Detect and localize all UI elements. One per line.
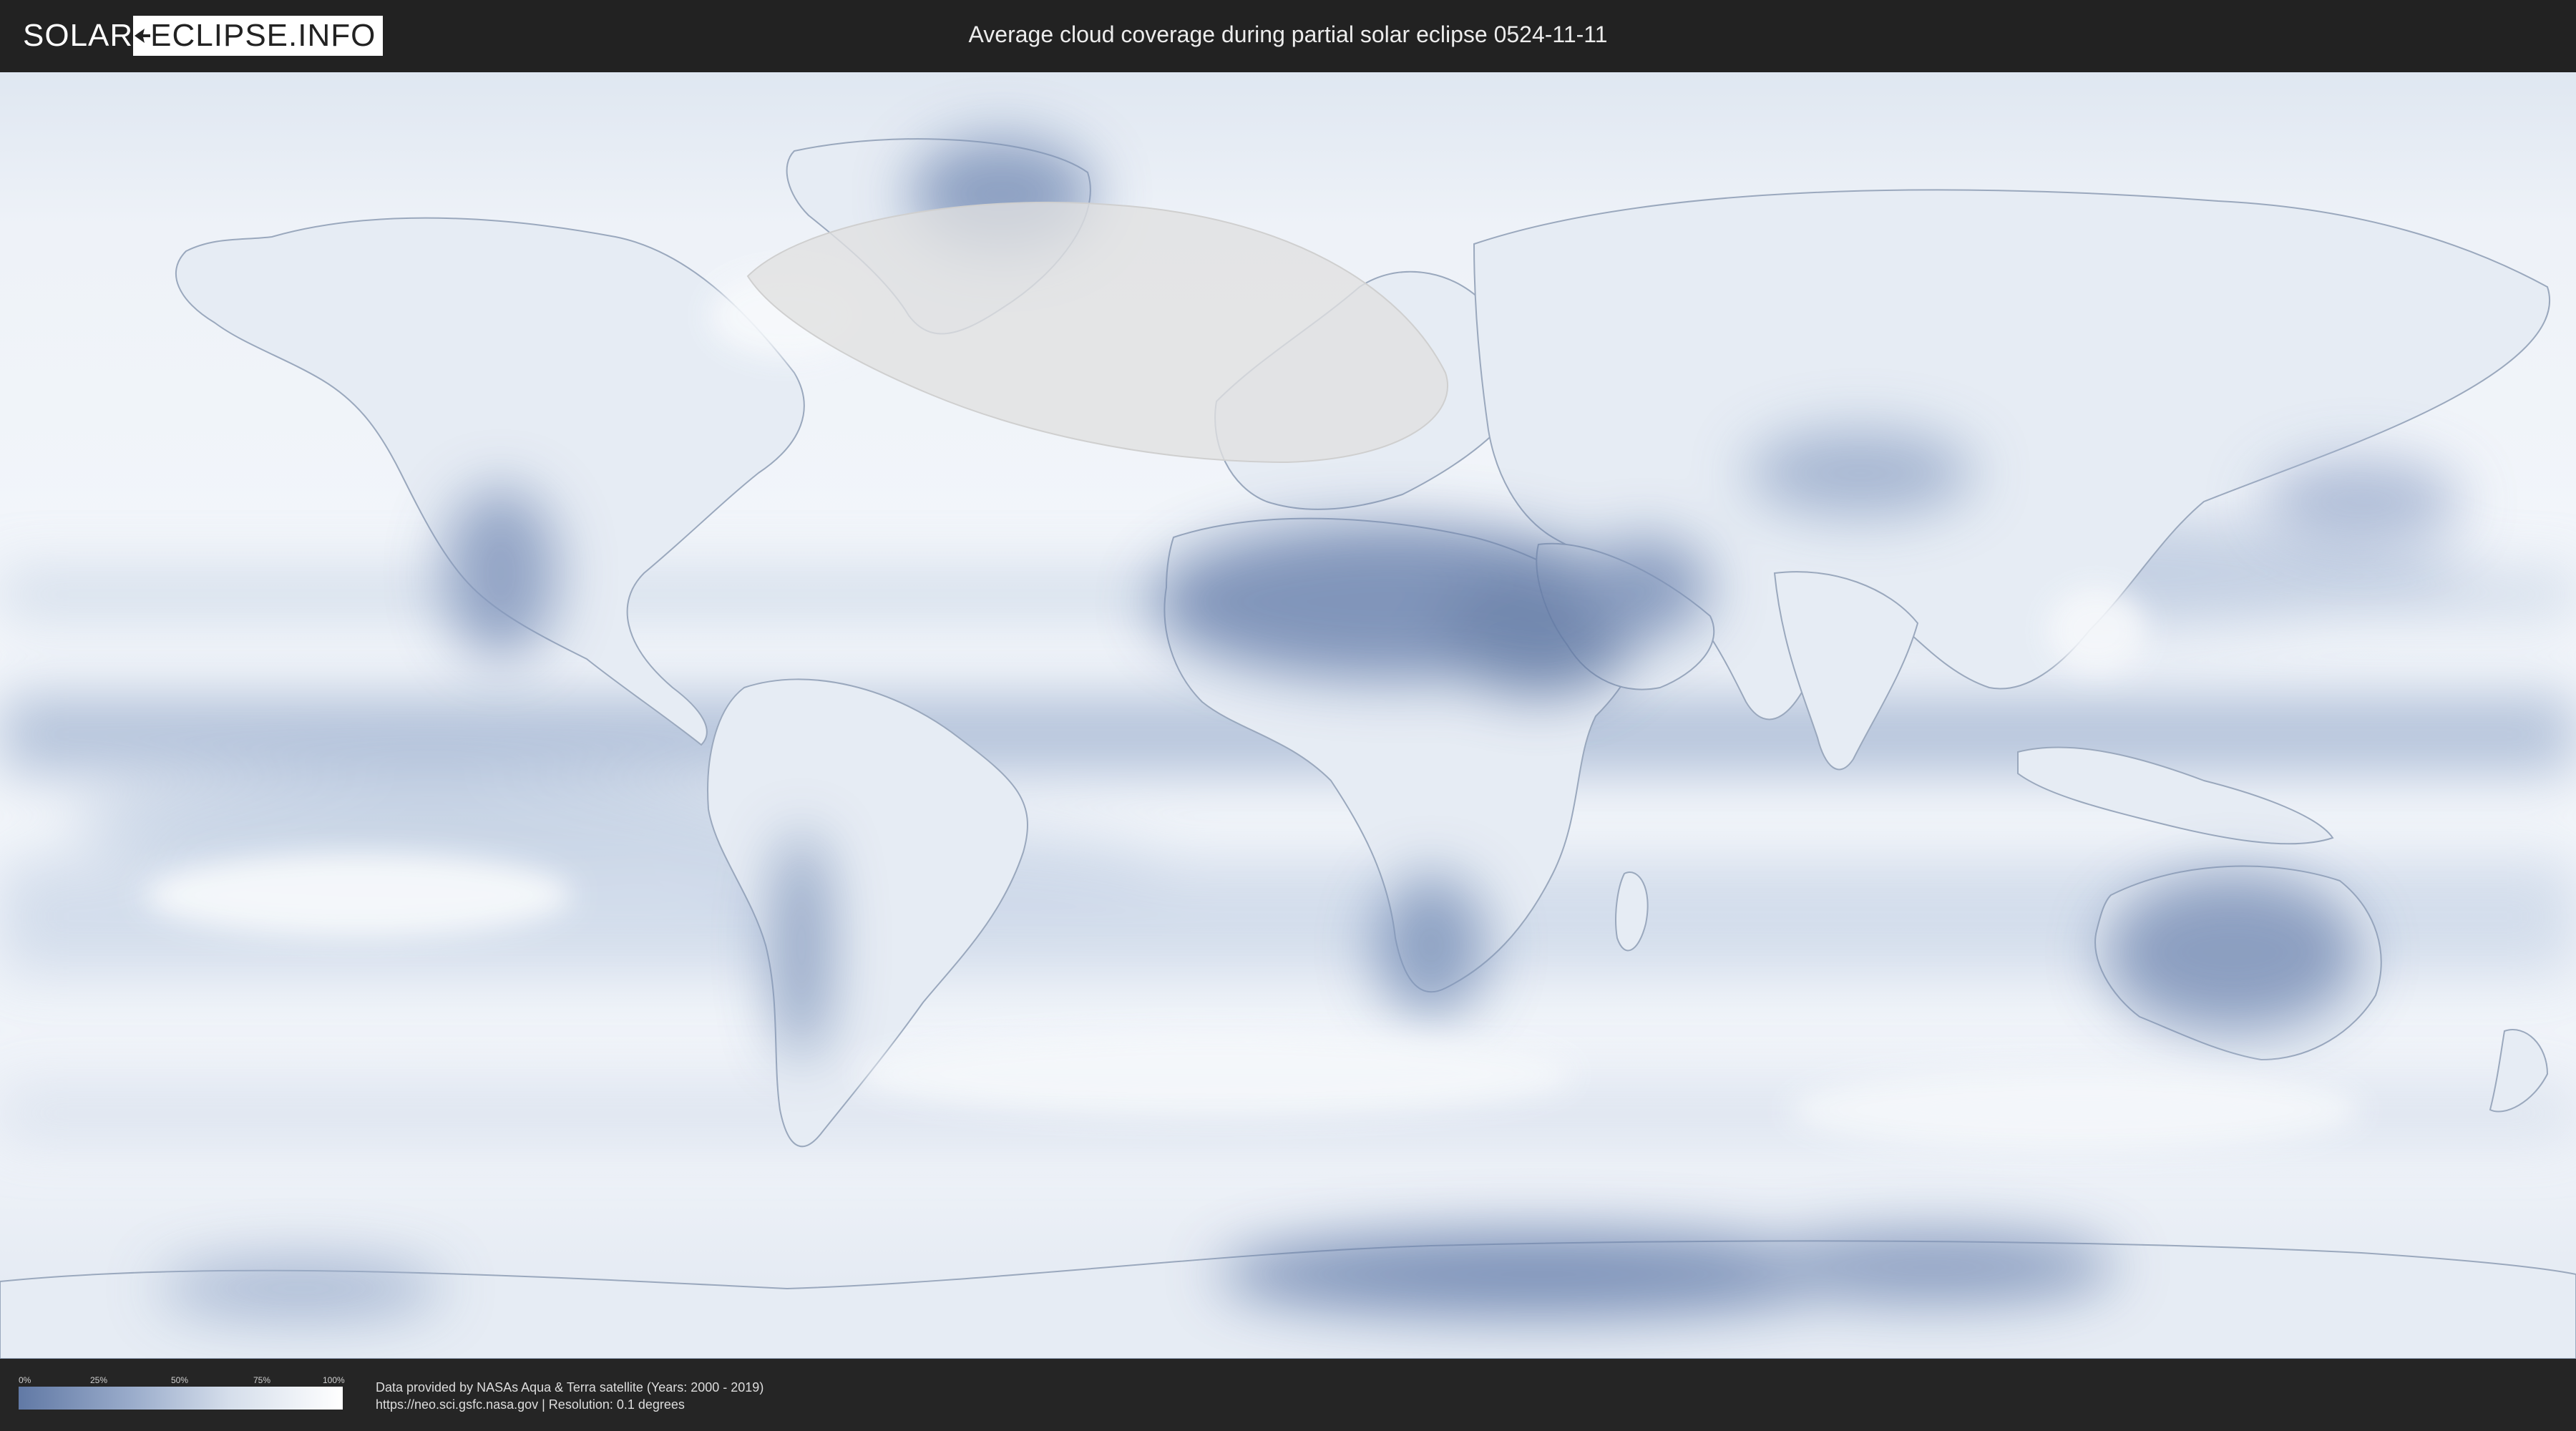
data-credit: Data provided by NASAs Aqua & Terra sate… xyxy=(376,1379,763,1413)
legend-color-bar xyxy=(19,1387,343,1410)
legend-tick-75: 75% xyxy=(253,1375,271,1385)
legend-tick-0: 0% xyxy=(19,1375,31,1385)
credit-line-2[interactable]: https://neo.sci.gsfc.nasa.gov | Resoluti… xyxy=(376,1396,763,1413)
legend-tick-100: 100% xyxy=(323,1375,345,1385)
header-bar: SOLAR ECLIPSE.INFO Average cloud coverag… xyxy=(0,0,2576,72)
legend-ticks: 0% 25% 50% 75% 100% xyxy=(19,1375,345,1387)
credit-line-1: Data provided by NASAs Aqua & Terra sate… xyxy=(376,1380,764,1395)
legend-tick-25: 25% xyxy=(90,1375,108,1385)
cloud-coverage-legend: 0% 25% 50% 75% 100% xyxy=(19,1375,345,1410)
cloud-coverage-map[interactable] xyxy=(0,72,2576,1359)
world-map-svg xyxy=(0,72,2576,1359)
page-title: Average cloud coverage during partial so… xyxy=(968,21,1608,47)
legend-tick-50: 50% xyxy=(171,1375,189,1385)
